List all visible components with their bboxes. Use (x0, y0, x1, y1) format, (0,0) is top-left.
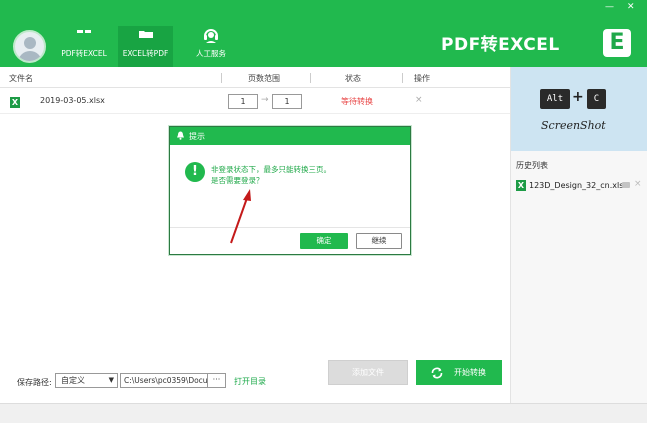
refresh-icon (430, 365, 444, 390)
start-convert-label: 开始转换 (454, 368, 486, 377)
arrow-right-icon: → (261, 95, 269, 105)
top-bar: — ✕ PDF转EXCEL EXCEL转PDF 人工服务 PDF转EXCEL E (0, 0, 647, 67)
key-alt: Alt (540, 89, 570, 109)
status-badge: 等待转换 (341, 97, 373, 106)
close-button[interactable]: ✕ (627, 2, 635, 12)
status-bar (0, 403, 647, 423)
dialog-header: 提示 (170, 127, 410, 145)
app-logo-text: PDF转EXCEL (441, 35, 560, 55)
folder-icon[interactable] (622, 182, 630, 188)
dialog-message: 非登录状态下，最多只能转换三页。 是否需要登录？ (211, 164, 331, 186)
delete-icon[interactable]: × (415, 95, 423, 105)
col-status: 状态 (345, 74, 361, 83)
key-c: C (587, 89, 606, 109)
col-page-range: 页数范围 (248, 74, 280, 83)
col-divider (310, 73, 311, 83)
continue-button[interactable]: 继续 (356, 233, 402, 249)
avatar-body (18, 51, 42, 61)
message-line-2: 是否需要登录？ (211, 176, 264, 185)
save-path-label: 保存路径: (17, 378, 52, 387)
dialog-footer: 确定 继续 (170, 227, 410, 254)
avatar-head (24, 37, 36, 49)
browse-button[interactable]: ··· (207, 373, 226, 388)
tab-label: PDF转EXCEL (61, 49, 107, 58)
history-file-name: 123D_Design_32_cn.xlsx (529, 181, 629, 190)
warning-icon: ! (185, 162, 205, 182)
screenshot-promo[interactable]: Alt + C ScreenShot (511, 67, 647, 151)
folder-icon (138, 30, 153, 40)
tab-label: 人工服务 (196, 49, 226, 58)
login-prompt-dialog: 提示 ! 非登录状态下，最多只能转换三页。 是否需要登录？ 确定 继续 (169, 126, 411, 255)
col-action: 操作 (414, 74, 430, 83)
minimize-button[interactable]: — (605, 2, 614, 12)
start-convert-button[interactable]: 开始转换 (416, 360, 502, 385)
promo-caption: ScreenShot (541, 119, 606, 132)
bell-icon (176, 131, 185, 142)
save-mode-select[interactable]: 自定义 ▼ (55, 373, 118, 388)
confirm-button[interactable]: 确定 (300, 233, 348, 249)
page-from-input[interactable]: 1 (228, 94, 258, 109)
headset-icon (202, 26, 220, 46)
right-panel: Alt + C ScreenShot 历史列表 X 123D_Design_32… (510, 67, 647, 403)
history-item[interactable]: X 123D_Design_32_cn.xlsx × (511, 177, 647, 195)
excel-file-icon: X (10, 97, 20, 108)
table-row[interactable]: X 2019-03-05.xlsx 1 → 1 等待转换 × (0, 90, 510, 114)
open-directory-link[interactable]: 打开目录 (234, 376, 266, 387)
bottom-controls: 保存路径: 自定义 ▼ C:\Users\pc0359\Docu ··· 打开目… (0, 341, 510, 403)
file-name: 2019-03-05.xlsx (40, 96, 105, 105)
add-file-button[interactable]: 添加文件 (328, 360, 408, 385)
plus-icon: + (572, 89, 584, 105)
tab-excel-to-pdf[interactable]: EXCEL转PDF (118, 26, 173, 67)
col-divider (221, 73, 222, 83)
save-path-input[interactable]: C:\Users\pc0359\Docu (120, 373, 208, 388)
excel-file-icon: X (516, 180, 526, 191)
avatar[interactable] (13, 30, 46, 63)
history-title: 历史列表 (516, 161, 548, 170)
message-line-1: 非登录状态下，最多只能转换三页。 (211, 165, 331, 174)
tab-pdf-to-excel[interactable]: PDF转EXCEL (55, 26, 113, 67)
save-mode-value: 自定义 (61, 376, 85, 385)
page-to-input[interactable]: 1 (272, 94, 302, 109)
remove-icon[interactable]: × (634, 179, 642, 189)
file-table-header: 文件名 页数范围 状态 操作 (0, 67, 510, 88)
col-filename: 文件名 (9, 74, 33, 83)
caret-down-icon: ▼ (108, 376, 114, 384)
tab-label: EXCEL转PDF (122, 49, 169, 58)
tab-human-service[interactable]: 人工服务 (187, 22, 235, 67)
grid-icon (77, 30, 91, 40)
dialog-title: 提示 (189, 132, 205, 141)
col-divider (402, 73, 403, 83)
app-logo-icon: E (603, 29, 631, 57)
